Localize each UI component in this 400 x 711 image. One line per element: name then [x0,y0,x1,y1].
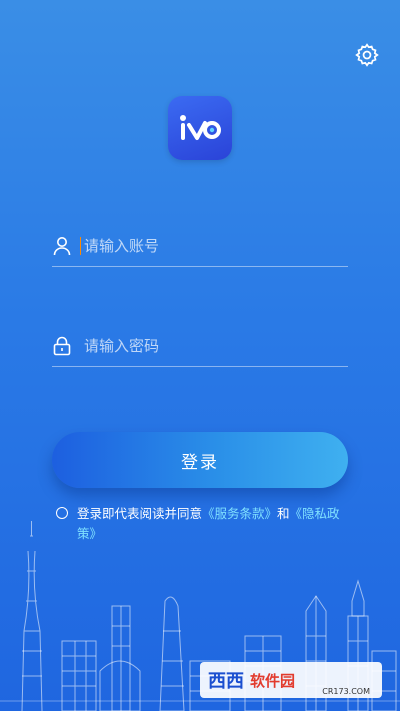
watermark-tag: 软件园 [250,671,296,690]
user-icon [52,236,72,256]
gear-icon[interactable] [354,42,380,68]
watermark-domain: CR173.COM [322,687,370,696]
account-input[interactable] [82,236,348,256]
password-field[interactable] [52,326,348,367]
account-field[interactable] [52,226,348,267]
app-logo [168,96,232,160]
password-input[interactable] [82,336,348,356]
watermark-badge: 西西 软件园 CR173.COM [200,662,382,698]
text-caret [80,237,81,255]
logo-mark-icon [180,115,221,140]
lock-icon [52,336,72,356]
watermark-brand: 西西 [208,671,244,692]
login-button[interactable]: 登录 [52,432,348,488]
